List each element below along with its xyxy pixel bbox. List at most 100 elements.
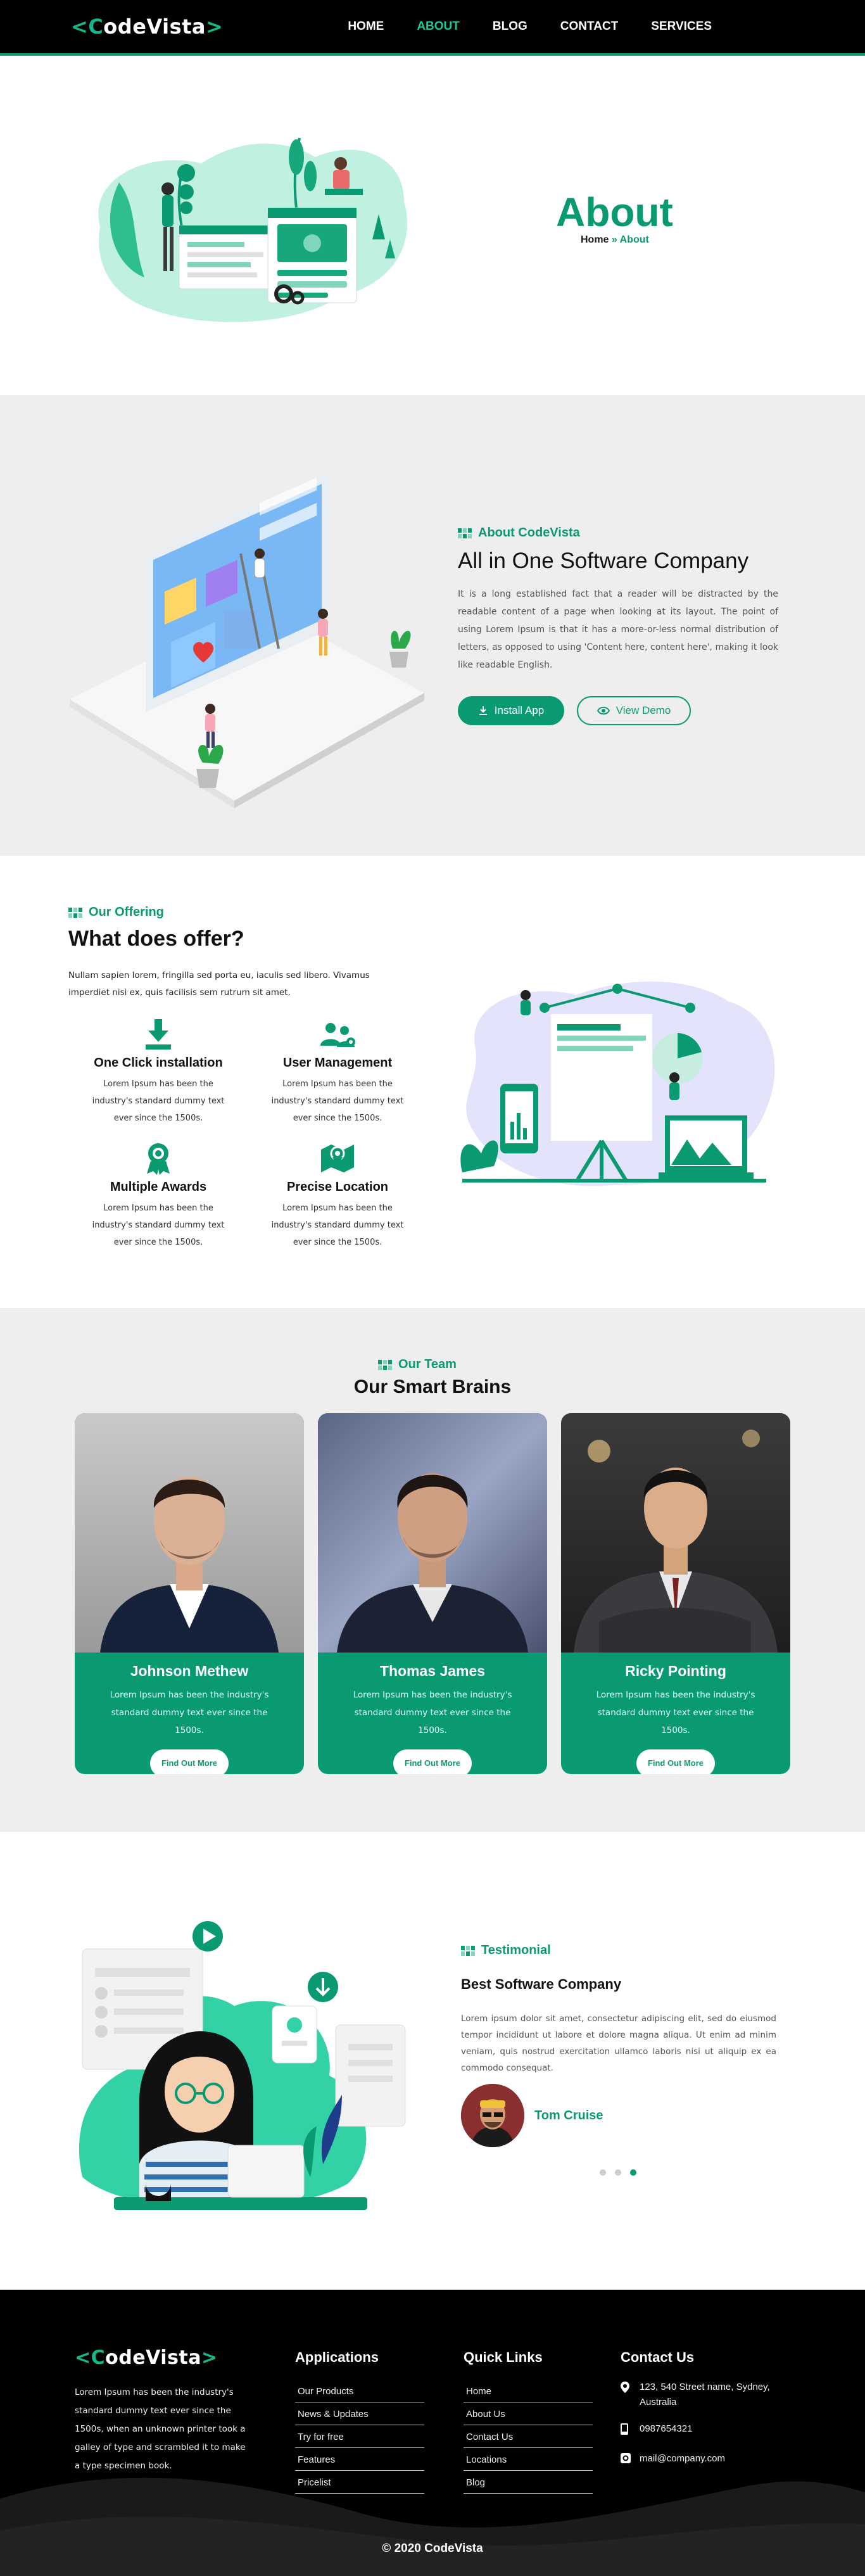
member-name: Thomas James bbox=[379, 1663, 486, 1679]
footer-column-title: Quick Links bbox=[464, 2349, 543, 2365]
footer-link[interactable]: Our Products bbox=[295, 2380, 424, 2402]
view-demo-button[interactable]: View Demo bbox=[577, 696, 691, 725]
nav-about[interactable]: ABOUT bbox=[417, 20, 460, 34]
logo-bracket-left: < bbox=[75, 2347, 91, 2369]
footer: <CodeVista> Lorem Ipsum has been the ind… bbox=[0, 2290, 865, 2576]
team-card: Ricky Pointing Lorem Ipsum has been the … bbox=[561, 1413, 790, 1774]
logo-letter-c: C bbox=[88, 15, 104, 39]
find-out-more-button[interactable]: Find Out More bbox=[393, 1749, 472, 1774]
offer-illustration bbox=[460, 981, 775, 1186]
top-navbar: <CodeVista> HOME ABOUT BLOG CONTACT SERV… bbox=[0, 0, 865, 56]
hero-illustration bbox=[98, 137, 408, 322]
offering-section: Our Offering What does offer? Nullam sap… bbox=[0, 856, 865, 1308]
carousel-dot[interactable] bbox=[615, 2169, 621, 2176]
hero-section: About Home » About bbox=[0, 56, 865, 395]
contact-email-text[interactable]: mail@company.com bbox=[640, 2451, 725, 2468]
member-name: Johnson Methew bbox=[130, 1663, 249, 1679]
member-text: Lorem Ipsum has been the industry's stan… bbox=[596, 1690, 755, 1735]
footer-link[interactable]: Pricelist bbox=[295, 2471, 424, 2494]
feature-card: Multiple Awards Lorem Ipsum has been the… bbox=[82, 1139, 234, 1251]
team-kicker: Our Team bbox=[378, 1357, 457, 1372]
footer-contact: Contact Us 123, 540 Street name, Sydney,… bbox=[621, 2349, 779, 2480]
contact-phone: 0987654321 bbox=[621, 2421, 779, 2451]
breadcrumb-separator: » bbox=[609, 234, 620, 245]
breadcrumb-home[interactable]: Home bbox=[581, 234, 609, 245]
carousel-dots bbox=[600, 2169, 636, 2176]
footer-link[interactable]: Blog bbox=[464, 2471, 593, 2494]
member-photo bbox=[561, 1413, 790, 1653]
footer-logo[interactable]: <CodeVista> bbox=[75, 2347, 218, 2369]
breadcrumb-current: About bbox=[619, 234, 649, 245]
brand-logo[interactable]: <CodeVista> bbox=[71, 15, 223, 39]
member-text: Lorem Ipsum has been the industry's stan… bbox=[353, 1690, 512, 1735]
footer-link[interactable]: Contact Us bbox=[464, 2425, 593, 2448]
contact-email: mail@company.com bbox=[621, 2451, 779, 2480]
footer-applications: Applications Our Products News & Updates… bbox=[295, 2349, 424, 2494]
feature-text: Lorem Ipsum has been the industry's stan… bbox=[92, 1079, 225, 1123]
download-icon bbox=[146, 1019, 171, 1050]
feature-title: Multiple Awards bbox=[110, 1180, 207, 1194]
feature-card: One Click installation Lorem Ipsum has b… bbox=[82, 1015, 234, 1127]
testimonial-text: Lorem ipsum dolor sit amet, consectetur … bbox=[461, 2014, 776, 2073]
location-pin-icon bbox=[621, 2380, 632, 2410]
offer-kicker-text: Our Offering bbox=[89, 905, 164, 919]
testimonial-kicker: Testimonial bbox=[461, 1943, 551, 1958]
footer-link[interactable]: News & Updates bbox=[295, 2402, 424, 2425]
map-icon bbox=[321, 1145, 354, 1172]
copyright: © 2020 CodeVista bbox=[382, 2542, 483, 2555]
download-icon bbox=[479, 706, 487, 715]
logo-text: odeVista bbox=[105, 2347, 202, 2369]
logo-letter-c: C bbox=[91, 2347, 106, 2369]
feature-text: Lorem Ipsum has been the industry's stan… bbox=[271, 1079, 404, 1123]
page-title: About bbox=[556, 189, 673, 235]
install-app-label: Install App bbox=[494, 704, 545, 716]
contact-address: 123, 540 Street name, Sydney, Australia bbox=[621, 2380, 779, 2421]
grid-icon bbox=[458, 528, 472, 538]
feature-text: Lorem Ipsum has been the industry's stan… bbox=[271, 1203, 404, 1247]
member-text: Lorem Ipsum has been the industry's stan… bbox=[110, 1690, 269, 1735]
footer-link[interactable]: Try for free bbox=[295, 2425, 424, 2448]
nav-services[interactable]: SERVICES bbox=[651, 20, 712, 34]
footer-link[interactable]: Locations bbox=[464, 2448, 593, 2471]
about-kicker: About CodeVista bbox=[458, 526, 580, 540]
view-demo-label: View Demo bbox=[616, 704, 671, 716]
carousel-dot-active[interactable] bbox=[630, 2169, 636, 2176]
team-card: Johnson Methew Lorem Ipsum has been the … bbox=[75, 1413, 304, 1774]
offer-kicker: Our Offering bbox=[68, 905, 164, 920]
grid-icon bbox=[378, 1359, 392, 1370]
feature-card: User Management Lorem Ipsum has been the… bbox=[262, 1015, 414, 1127]
footer-link[interactable]: About Us bbox=[464, 2402, 593, 2425]
nav-contact[interactable]: CONTACT bbox=[560, 20, 618, 34]
contact-phone-text[interactable]: 0987654321 bbox=[640, 2421, 692, 2440]
testimonial-illustration bbox=[79, 1921, 406, 2210]
avatar bbox=[461, 2084, 524, 2147]
team-section: Our Team Our Smart Brains Johnson Methew… bbox=[0, 1308, 865, 1832]
grid-icon bbox=[68, 907, 82, 918]
author-name: Tom Cruise bbox=[534, 2108, 603, 2122]
feature-title: One Click installation bbox=[94, 1056, 223, 1070]
logo-bracket-left: < bbox=[71, 15, 89, 39]
offer-title: What does offer? bbox=[68, 927, 244, 951]
member-photo bbox=[75, 1413, 304, 1653]
phone-icon bbox=[621, 2421, 632, 2440]
logo-bracket-right: > bbox=[201, 2347, 218, 2369]
footer-about-text: Lorem Ipsum has been the industry's stan… bbox=[75, 2387, 246, 2471]
feature-text: Lorem Ipsum has been the industry's stan… bbox=[92, 1203, 225, 1247]
nav-home[interactable]: HOME bbox=[348, 20, 384, 34]
find-out-more-button[interactable]: Find Out More bbox=[150, 1749, 229, 1774]
about-illustration bbox=[70, 471, 424, 808]
nav-blog[interactable]: BLOG bbox=[493, 20, 527, 34]
about-title: All in One Software Company bbox=[458, 549, 749, 573]
offer-lead: Nullam sapien lorem, fringilla sed porta… bbox=[68, 970, 370, 998]
about-section: About CodeVista All in One Software Comp… bbox=[0, 395, 865, 856]
testimonial-author: Tom Cruise bbox=[461, 2084, 603, 2147]
footer-quick-links: Quick Links Home About Us Contact Us Loc… bbox=[464, 2349, 593, 2494]
testimonial-kicker-text: Testimonial bbox=[481, 1943, 551, 1957]
member-name: Ricky Pointing bbox=[625, 1663, 726, 1679]
footer-column-title: Applications bbox=[295, 2349, 379, 2365]
find-out-more-button[interactable]: Find Out More bbox=[636, 1749, 715, 1774]
carousel-dot[interactable] bbox=[600, 2169, 606, 2176]
install-app-button[interactable]: Install App bbox=[458, 696, 564, 725]
footer-link[interactable]: Home bbox=[464, 2380, 593, 2402]
footer-link[interactable]: Features bbox=[295, 2448, 424, 2471]
